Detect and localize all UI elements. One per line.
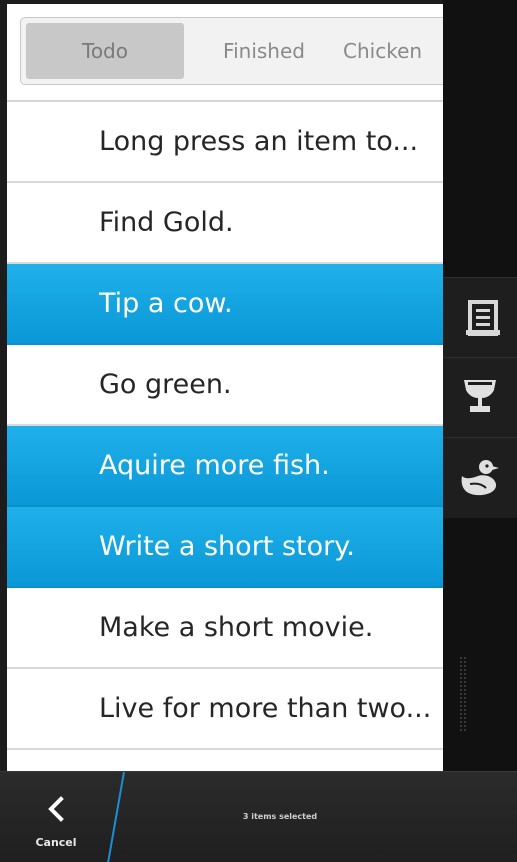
trophy-icon <box>464 380 496 412</box>
tab-finished[interactable]: Finished <box>199 23 329 79</box>
tab-chicken[interactable]: Chicken <box>343 23 443 79</box>
todo-list: Long press an item to... Find Gold. Tip … <box>7 102 443 750</box>
main-panel: Todo Finished Chicken Long press an item… <box>7 4 443 771</box>
list-action-button[interactable] <box>443 277 517 357</box>
selection-status-text: 3 items selected <box>242 812 318 821</box>
list-item[interactable]: Go green. <box>7 345 443 426</box>
bottom-action-bar: Cancel 3 items selected <box>0 771 517 862</box>
list-item-label: Long press an item to... <box>99 126 419 157</box>
segmented-control: Todo Finished Chicken <box>20 17 443 85</box>
list-item[interactable]: Long press an item to... <box>7 102 443 183</box>
list-item-label: Go green. <box>99 369 232 400</box>
tab-todo[interactable]: Todo <box>26 23 184 79</box>
cancel-divider <box>107 772 125 862</box>
duck-icon <box>461 460 499 496</box>
list-item[interactable]: Find Gold. <box>7 183 443 264</box>
cancel-button[interactable]: Cancel <box>0 772 108 862</box>
context-action-menu <box>443 277 517 518</box>
list-item[interactable]: Live for more than two... <box>7 669 443 750</box>
scroll-grip-dots <box>459 656 467 732</box>
list-item[interactable]: Tip a cow. <box>7 264 443 345</box>
trophy-action-button[interactable] <box>443 357 517 437</box>
action-menu-strip <box>443 0 517 771</box>
list-item-label: Write a short story. <box>99 531 355 562</box>
list-item[interactable]: Make a short movie. <box>7 588 443 669</box>
list-item-label: Tip a cow. <box>99 288 233 319</box>
list-item-label: Aquire more fish. <box>99 450 330 481</box>
segmented-control-bar: Todo Finished Chicken <box>7 4 443 102</box>
duck-action-button[interactable] <box>443 437 517 517</box>
back-chevron-icon <box>48 796 64 822</box>
list-item-label: Make a short movie. <box>99 612 374 643</box>
list-item[interactable]: Aquire more fish. <box>7 426 443 507</box>
app-screen: Todo Finished Chicken Long press an item… <box>0 0 517 862</box>
list-item-label: Live for more than two... <box>99 693 432 724</box>
list-icon <box>466 300 500 336</box>
list-item-label: Find Gold. <box>99 207 234 238</box>
list-item[interactable]: Write a short story. <box>7 507 443 588</box>
